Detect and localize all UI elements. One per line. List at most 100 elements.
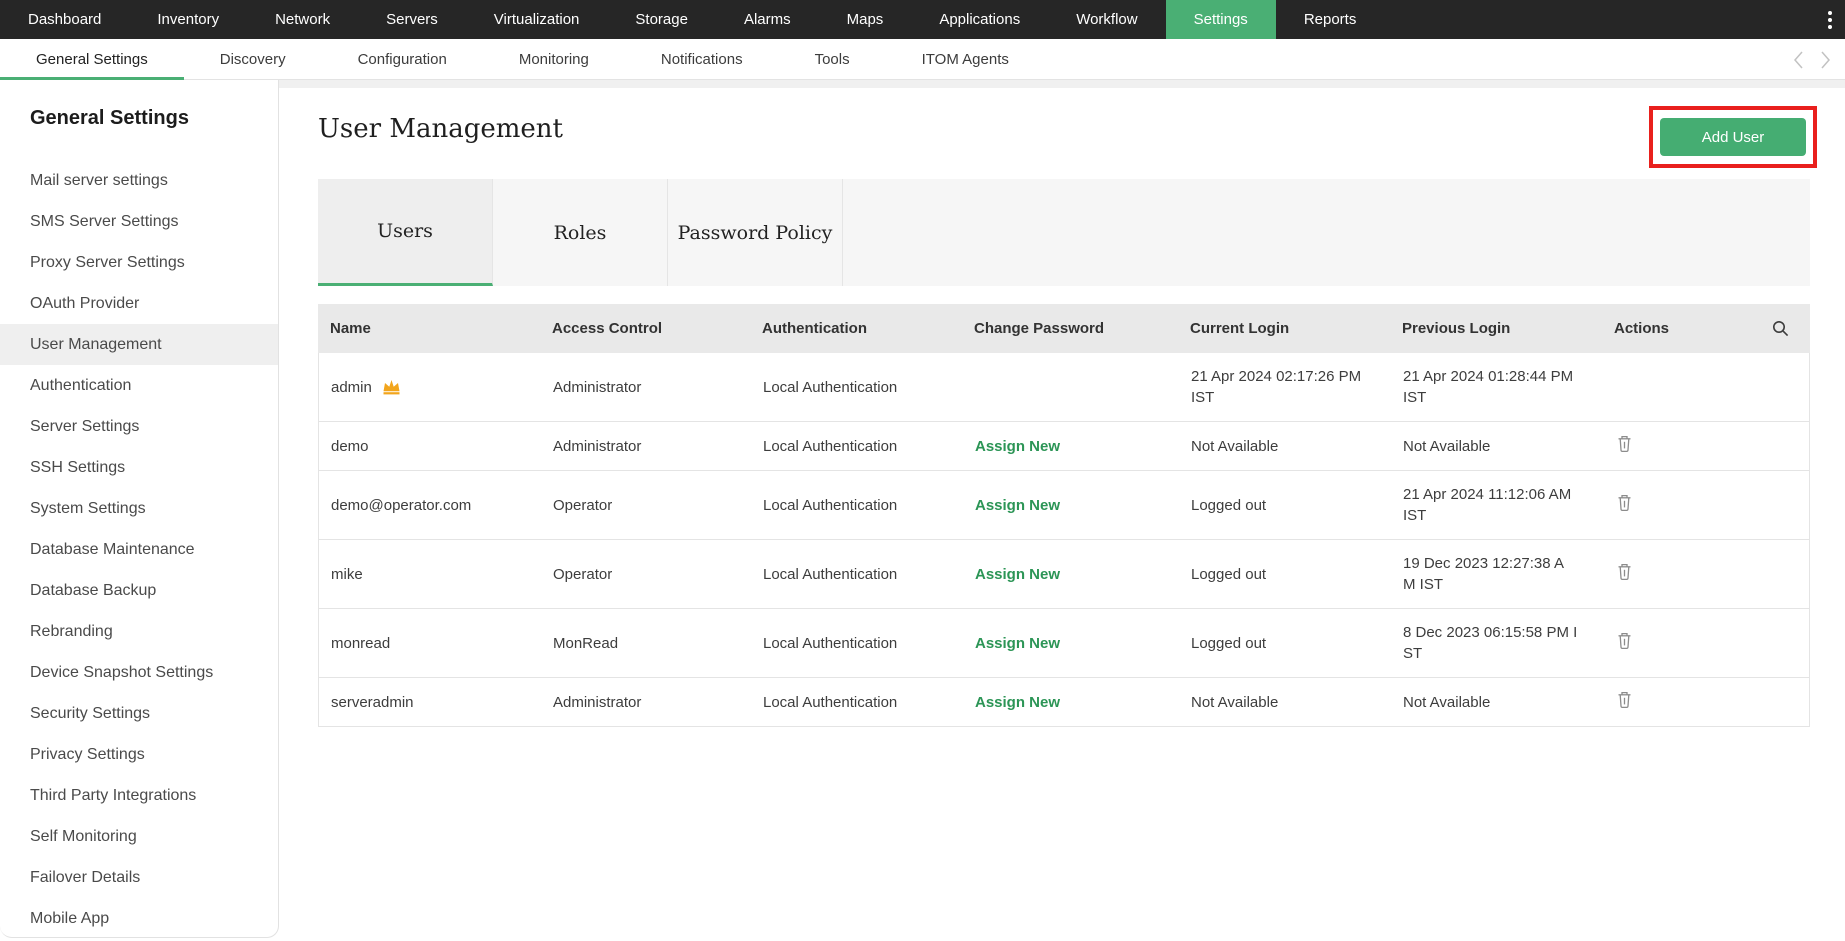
authentication-cell: Local Authentication (763, 693, 898, 711)
chevron-left-icon[interactable] (1793, 50, 1804, 70)
access-control-cell: Administrator (553, 693, 642, 711)
row-spacer-cell (1753, 492, 1811, 518)
subnav-tab-tools[interactable]: Tools (779, 39, 886, 79)
subnav-tab-notifications[interactable]: Notifications (625, 39, 779, 79)
nav-item-servers[interactable]: Servers (358, 0, 466, 39)
sidebar-item-ssh-settings[interactable]: SSH Settings (0, 447, 278, 488)
sidebar-item-system-settings[interactable]: System Settings (0, 488, 278, 529)
table-row-serveradmin: serveradmin Administrator Local Authentica… (319, 678, 1809, 727)
subnav-tab-itom-agents[interactable]: ITOM Agents (886, 39, 1045, 79)
actions-cell (1603, 422, 1753, 470)
sidebar-item-privacy-settings[interactable]: Privacy Settings (0, 734, 278, 775)
sidebar-item-user-management[interactable]: User Management (0, 324, 278, 365)
delete-user-button[interactable] (1615, 494, 1632, 512)
nav-item-virtualization[interactable]: Virtualization (466, 0, 608, 39)
user-name: demo@operator.com (331, 496, 472, 514)
sidebar-items: Mail server settings SMS Server Settings P… (0, 160, 278, 937)
access-control-cell: Operator (553, 565, 613, 583)
delete-user-button[interactable] (1615, 435, 1632, 453)
column-header-change-password: Change Password (974, 320, 1105, 337)
column-header-previous-login: Previous Login (1402, 320, 1511, 337)
authentication-cell: Local Authentication (763, 496, 898, 514)
nav-item-dashboard[interactable]: Dashboard (0, 0, 129, 39)
trash-icon (1618, 691, 1631, 709)
search-icon[interactable] (1772, 320, 1789, 337)
nav-item-reports[interactable]: Reports (1276, 0, 1385, 39)
row-spacer-cell (1753, 561, 1811, 587)
change-password-cell: Assign New (963, 484, 1179, 527)
assign-new-link[interactable]: Assign New (975, 635, 1060, 652)
subnav-tab-discovery[interactable]: Discovery (184, 39, 322, 79)
page-title: User Management (318, 114, 563, 144)
tab-roles[interactable]: Roles (493, 179, 668, 286)
delete-user-button[interactable] (1615, 632, 1632, 650)
column-header-name: Name (330, 320, 371, 337)
nav-item-network[interactable]: Network (247, 0, 358, 39)
users-table: Name Access Control Authentication Change P… (318, 304, 1810, 727)
nav-item-storage[interactable]: Storage (607, 0, 716, 39)
authentication-cell: Local Authentication (763, 437, 898, 455)
chevron-right-icon[interactable] (1820, 50, 1831, 70)
sidebar-item-proxy-server-settings[interactable]: Proxy Server Settings (0, 242, 278, 283)
content-top-strip (279, 80, 1845, 88)
assign-new-link[interactable]: Assign New (975, 566, 1060, 583)
nav-item-settings[interactable]: Settings (1165, 0, 1276, 39)
crown-icon (383, 380, 400, 395)
nav-item-workflow[interactable]: Workflow (1048, 0, 1165, 39)
sidebar-item-third-party-integrations[interactable]: Third Party Integrations (0, 775, 278, 816)
nav-item-maps[interactable]: Maps (819, 0, 912, 39)
sidebar-item-rebranding[interactable]: Rebranding (0, 611, 278, 652)
nav-item-alarms[interactable]: Alarms (716, 0, 819, 39)
column-header-authentication: Authentication (762, 320, 867, 337)
subnav-tab-monitoring[interactable]: Monitoring (483, 39, 625, 79)
settings-subnav: General Settings Discovery Configuration Mo… (0, 39, 1845, 80)
sidebar-item-database-maintenance[interactable]: Database Maintenance (0, 529, 278, 570)
subnav-tab-configuration[interactable]: Configuration (322, 39, 483, 79)
actions-cell (1603, 550, 1753, 598)
row-spacer-cell (1753, 374, 1811, 400)
change-password-cell (963, 374, 1179, 400)
current-login-cell: Logged out (1191, 634, 1267, 652)
top-nav: Dashboard Inventory Network Servers Virtuali… (0, 0, 1845, 39)
tab-users[interactable]: Users (318, 179, 493, 286)
sidebar-item-security-settings[interactable]: Security Settings (0, 693, 278, 734)
table-row-monread: monread MonRead Local Authentication Assign… (319, 609, 1809, 678)
sidebar-item-sms-server-settings[interactable]: SMS Server Settings (0, 201, 278, 242)
subnav-items: General Settings Discovery Configuration Mo… (0, 39, 1045, 80)
previous-login-cell: 19 Dec 2023 12:27:38 A M IST (1403, 555, 1564, 593)
user-name: admin (319, 366, 541, 409)
assign-new-link[interactable]: Assign New (975, 694, 1060, 711)
assign-new-link[interactable]: Assign New (975, 438, 1060, 455)
sidebar-item-failover-details[interactable]: Failover Details (0, 857, 278, 898)
trash-icon (1618, 494, 1631, 512)
sidebar-item-server-settings[interactable]: Server Settings (0, 406, 278, 447)
column-header-access-control: Access Control (552, 320, 663, 337)
current-login-cell: Not Available (1191, 693, 1279, 711)
row-spacer-cell (1753, 433, 1811, 459)
delete-user-button[interactable] (1615, 563, 1632, 581)
table-body: admin Administrator Local Authentication 21… (318, 353, 1810, 727)
delete-user-button[interactable] (1615, 691, 1632, 709)
nav-item-applications[interactable]: Applications (911, 0, 1048, 39)
sidebar-item-mobile-app[interactable]: Mobile App (0, 898, 278, 937)
sidebar-item-oauth-provider[interactable]: OAuth Provider (0, 283, 278, 324)
annotation-highlight-box: Add User (1649, 106, 1817, 168)
assign-new-link[interactable]: Assign New (975, 497, 1060, 514)
sidebar-item-mail-server-settings[interactable]: Mail server settings (0, 160, 278, 201)
sidebar-item-device-snapshot-settings[interactable]: Device Snapshot Settings (0, 652, 278, 693)
table-row-admin: admin Administrator Local Authentication 21… (319, 353, 1809, 422)
current-login-cell: Not Available (1191, 437, 1279, 455)
sidebar-item-database-backup[interactable]: Database Backup (0, 570, 278, 611)
add-user-button[interactable]: Add User (1660, 118, 1806, 156)
table-row-demo: demo Administrator Local Authentication Ass… (319, 422, 1809, 471)
sidebar-item-authentication[interactable]: Authentication (0, 365, 278, 406)
change-password-cell: Assign New (963, 553, 1179, 596)
nav-item-inventory[interactable]: Inventory (129, 0, 247, 39)
kebab-menu-icon[interactable] (1828, 0, 1832, 39)
subnav-tab-general-settings[interactable]: General Settings (0, 39, 184, 80)
sidebar-item-self-monitoring[interactable]: Self Monitoring (0, 816, 278, 857)
trash-icon (1618, 632, 1631, 650)
tab-password-policy[interactable]: Password Policy (668, 179, 843, 286)
change-password-cell: Assign New (963, 681, 1179, 724)
previous-login-cell: 21 Apr 2024 01:28:44 PM IST (1403, 368, 1574, 406)
